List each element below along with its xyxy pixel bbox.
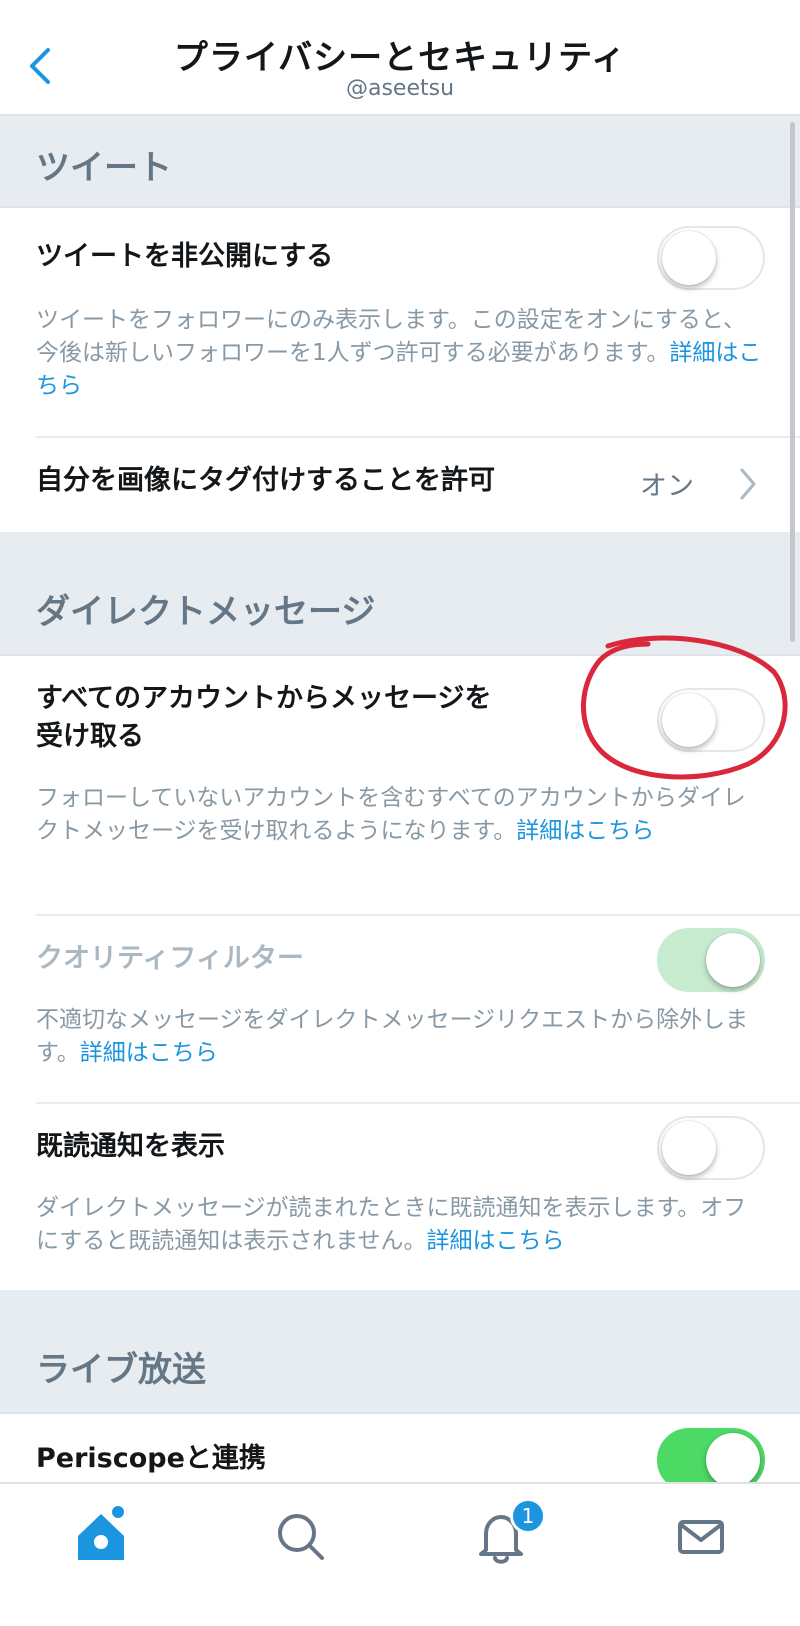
divider xyxy=(36,1102,800,1104)
home-icon[interactable] xyxy=(66,1502,136,1572)
description-text: ダイレクトメッセージが読まれたときに既読通知を表示します。オフにすると既読通知は… xyxy=(36,1195,747,1254)
quality-filter-toggle xyxy=(657,928,765,992)
section-header-tweets: ツイート xyxy=(0,116,800,208)
divider xyxy=(36,914,800,916)
receive-all-dm-description: フォローしていないアカウントを含むすべてのアカウントからダイレクトメッセージを受… xyxy=(36,782,766,848)
photo-tagging-value[interactable]: オン xyxy=(640,464,694,503)
section-title: ダイレクトメッセージ xyxy=(36,592,376,632)
read-receipts-description: ダイレクトメッセージが読まれたときに既読通知を表示します。オフにすると既読通知は… xyxy=(36,1192,766,1258)
toggle-knob xyxy=(662,693,716,747)
bottom-tab-bar: 1 xyxy=(0,1482,800,1626)
learn-more-link[interactable]: 詳細はこちら xyxy=(80,1040,218,1066)
toggle-knob xyxy=(706,1433,760,1487)
scrollbar[interactable] xyxy=(790,122,795,642)
page-title: プライバシーとセキュリティ xyxy=(173,38,627,78)
read-receipts-label: 既読通知を表示 xyxy=(36,1131,225,1162)
protect-tweets-label: ツイートを非公開にする xyxy=(36,241,334,272)
mail-icon[interactable] xyxy=(666,1502,736,1572)
nav-header: プライバシーとセキュリティ @aseetsu xyxy=(0,0,800,116)
divider xyxy=(36,436,800,438)
section-header-dm: ダイレクトメッセージ xyxy=(0,532,800,656)
learn-more-link[interactable]: 詳細はこちら xyxy=(516,818,654,844)
receive-all-dm-label: すべてのアカウントからメッセージを 受け取る xyxy=(36,680,492,756)
section-title: ライブ放送 xyxy=(36,1350,206,1390)
description-text: ツイートをフォロワーにのみ表示します。この設定をオンにすると、今後は新しいフォロ… xyxy=(36,307,747,366)
new-content-dot xyxy=(112,1506,124,1518)
periscope-label: Periscopeと連携 xyxy=(36,1443,266,1474)
notification-badge: 1 xyxy=(510,1498,546,1534)
protect-tweets-description: ツイートをフォロワーにのみ表示します。この設定をオンにすると、今後は新しいフォロ… xyxy=(36,304,766,403)
protect-tweets-toggle[interactable] xyxy=(657,226,765,290)
photo-tagging-label[interactable]: 自分を画像にタグ付けすることを許可 xyxy=(36,462,495,500)
section-header-live: ライブ放送 xyxy=(0,1290,800,1414)
search-icon[interactable] xyxy=(266,1502,336,1572)
label-line: すべてのアカウントからメッセージを xyxy=(36,683,492,714)
section-title: ツイート xyxy=(36,148,172,188)
chevron-right-icon xyxy=(740,468,756,500)
read-receipts-toggle[interactable] xyxy=(657,1116,765,1180)
learn-more-link[interactable]: 詳細はこちら xyxy=(427,1228,565,1254)
username-subtitle: @aseetsu xyxy=(345,76,455,101)
toggle-knob xyxy=(662,231,716,285)
toggle-knob xyxy=(706,933,760,987)
toggle-knob xyxy=(662,1121,716,1175)
label-line: 受け取る xyxy=(36,721,144,752)
quality-filter-description: 不適切なメッセージをダイレクトメッセージリクエストから除外します。詳細はこちら xyxy=(36,1004,766,1070)
quality-filter-label: クオリティフィルター xyxy=(36,943,304,974)
receive-all-dm-toggle[interactable] xyxy=(657,688,765,752)
